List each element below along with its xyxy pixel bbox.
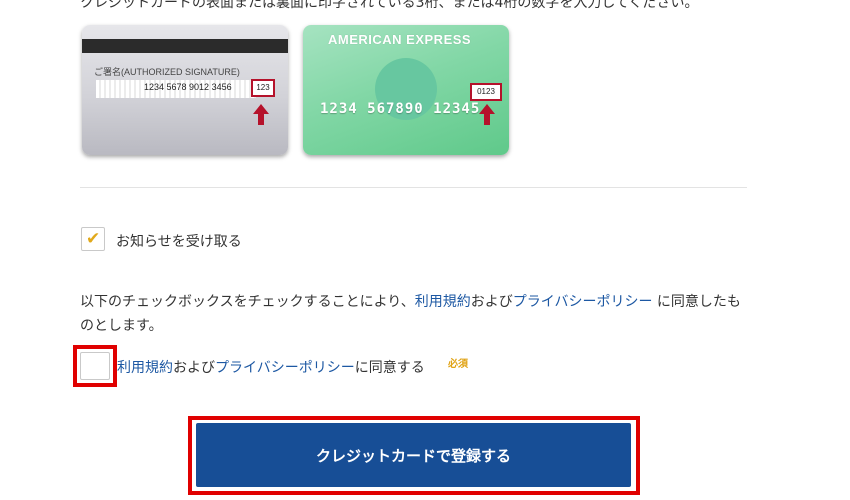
newsletter-checkbox[interactable]: ✔ <box>81 227 105 251</box>
card-back-illustration: ご署名(AUTHORIZED SIGNATURE) 1234 5678 9012… <box>82 25 288 155</box>
terms-link[interactable]: 利用規約 <box>415 294 471 310</box>
signature-label: ご署名(AUTHORIZED SIGNATURE) <box>94 67 240 77</box>
amex-brand-logo: AMERICAN EXPRESS <box>328 32 472 47</box>
checkmark-icon: ✔ <box>86 229 101 249</box>
agree-label-suffix: に同意する <box>354 360 425 376</box>
terms-notice: 以下のチェックボックスをチェックすることにより、利用規約およびプライバシーポリシ… <box>80 290 750 338</box>
card-back-number: 1234 5678 9012 3456 <box>144 82 232 92</box>
card-back-cvv: 123 <box>251 79 275 97</box>
amex-cvv: 0123 <box>470 83 502 101</box>
newsletter-label: お知らせを受け取る <box>116 234 242 250</box>
agree-terms-link[interactable]: 利用規約 <box>117 360 173 376</box>
terms-notice-text-before: 以下のチェックボックスをチェックすることにより、 <box>80 294 415 310</box>
agree-privacy-link[interactable]: プライバシーポリシー <box>215 360 355 376</box>
agree-checkbox[interactable] <box>80 352 110 380</box>
register-credit-card-button[interactable]: クレジットカードで登録する <box>196 423 631 487</box>
amex-card-illustration: AMERICAN EXPRESS 1234 567890 12345 0123 <box>303 25 509 155</box>
amex-card-number: 1234 567890 12345 <box>320 101 481 117</box>
terms-notice-text-middle: および <box>470 294 513 310</box>
cvv-instruction: クレジットカードの表面または裏面に印字されている3桁、または4桁の数字を入力して… <box>80 0 699 11</box>
section-divider <box>80 187 747 188</box>
agree-label: 利用規約およびプライバシーポリシーに同意する <box>117 357 425 377</box>
magnetic-stripe <box>82 39 288 53</box>
agree-label-middle: および <box>173 360 215 376</box>
required-badge: 必須 <box>448 359 468 370</box>
privacy-policy-link[interactable]: プライバシーポリシー <box>513 294 653 310</box>
